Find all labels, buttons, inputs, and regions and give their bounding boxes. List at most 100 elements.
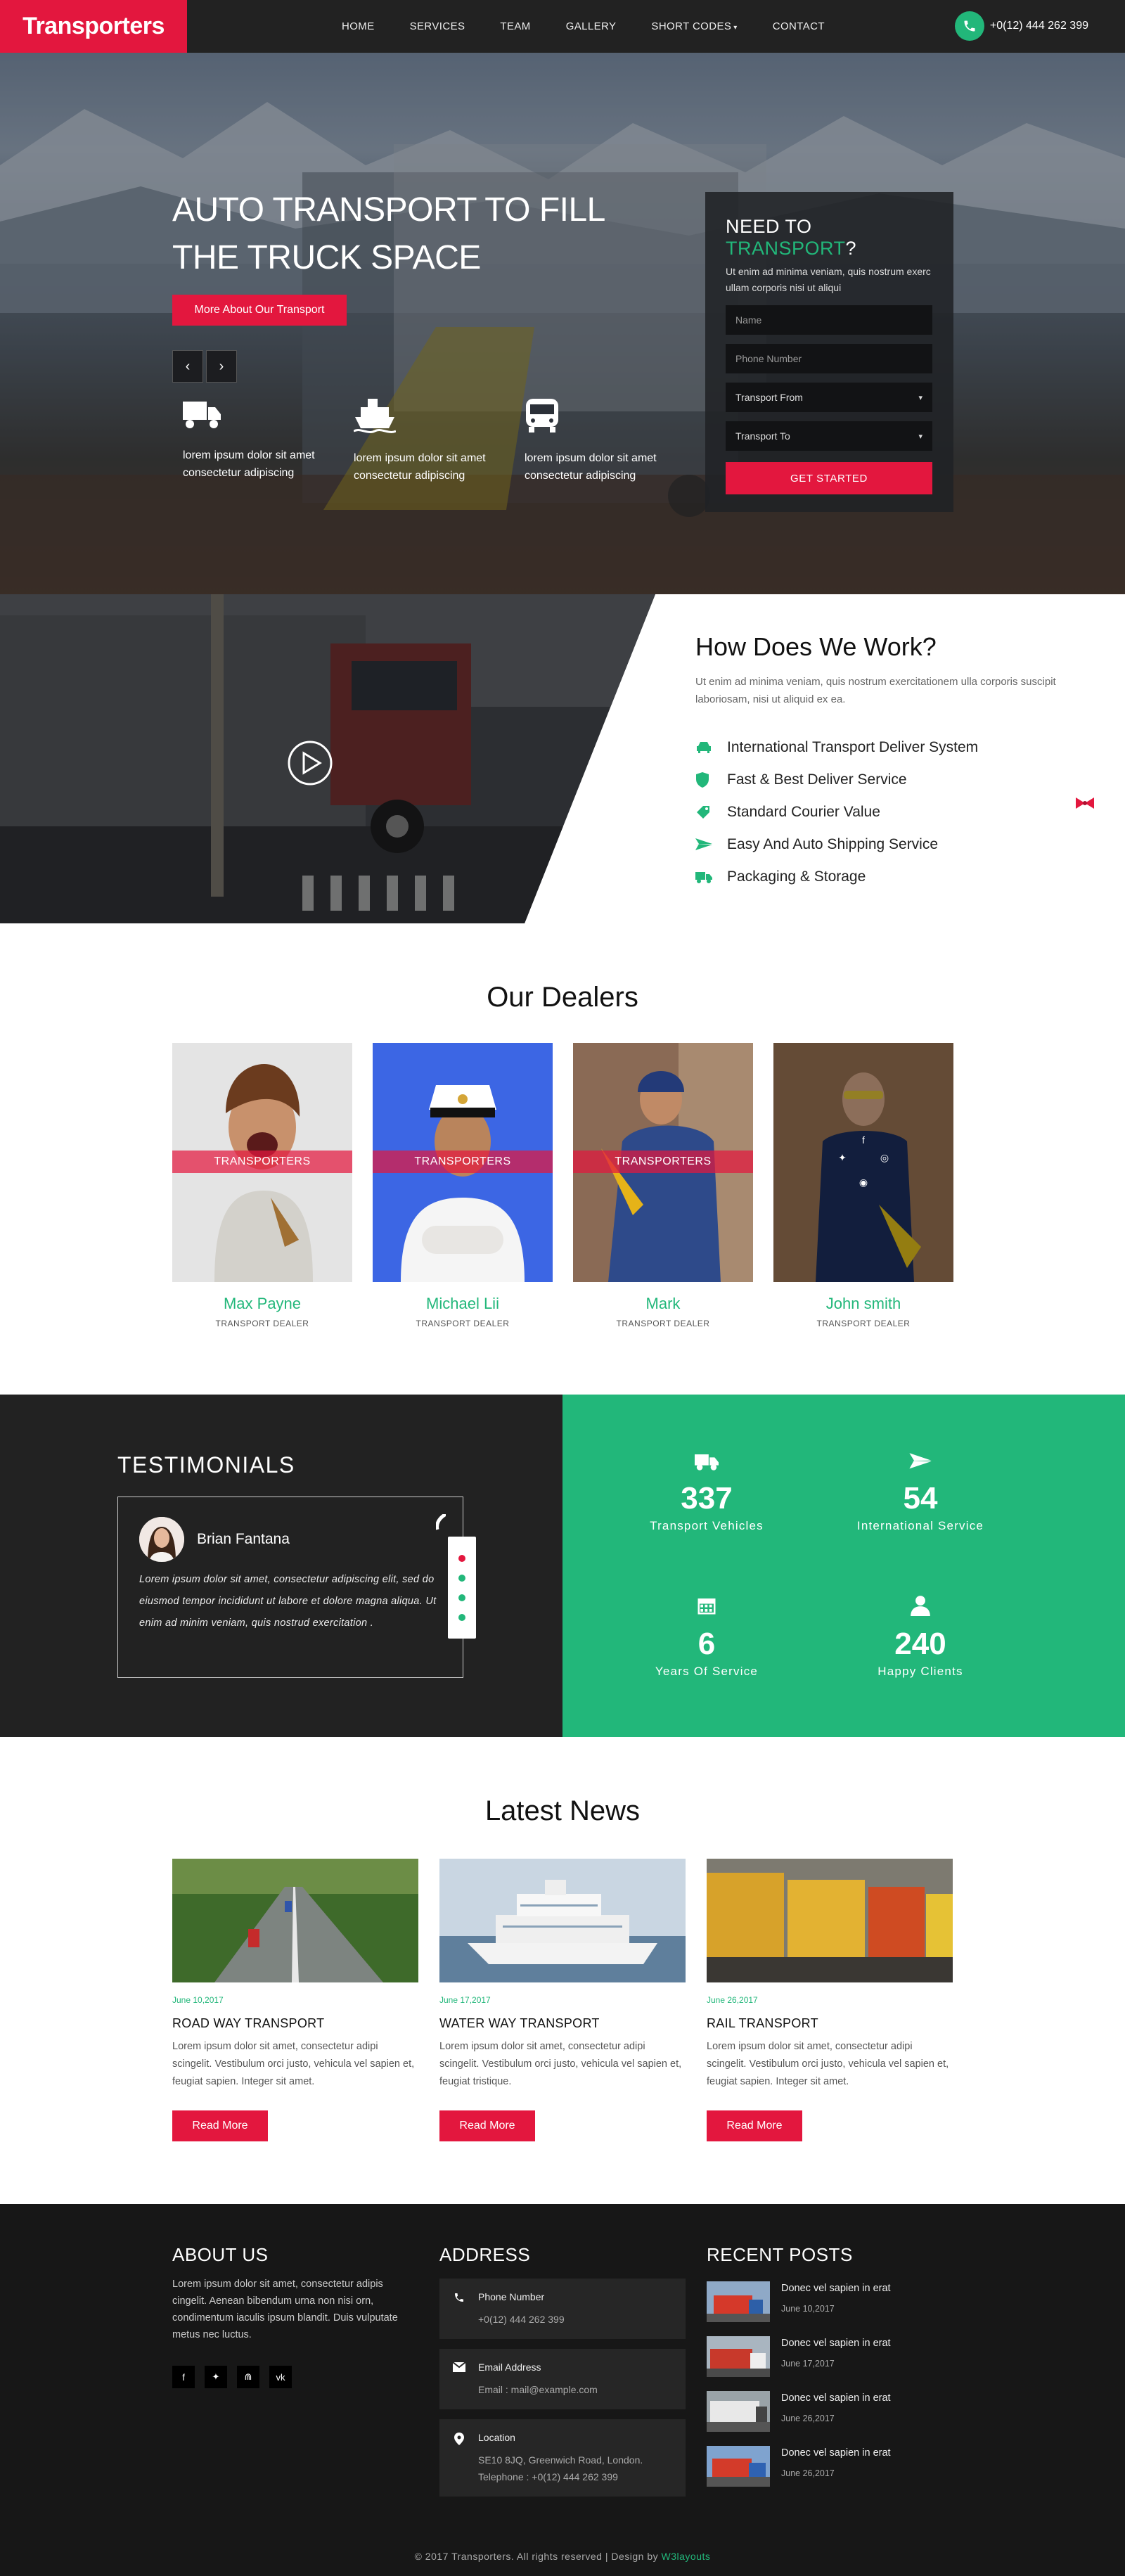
phone-icon — [954, 11, 984, 41]
recent-post-date: June 26,2017 — [781, 2414, 835, 2423]
map-marker-icon — [439, 2430, 478, 2485]
footer: ABOUT US Lorem ipsum dolor sit amet, con… — [0, 2204, 1125, 2576]
form-title-part-3: ? — [845, 238, 857, 259]
recent-post-thumbnail — [707, 2336, 770, 2377]
transport-quote-form: NEED TO TRANSPORT? Ut enim ad minima ven… — [705, 192, 953, 512]
news-image[interactable] — [172, 1859, 418, 1982]
nav-short-codes[interactable]: SHORT CODES ▾ — [634, 20, 754, 32]
recent-post-thumbnail — [707, 2391, 770, 2432]
footer-address: ADDRESS Phone Number +0(12) 444 262 399 E… — [439, 2204, 686, 2497]
read-more-button[interactable]: Read More — [707, 2110, 802, 2141]
recent-post-title: Donec vel sapien in erat — [781, 2392, 891, 2404]
avatar — [139, 1517, 184, 1562]
news-excerpt: Lorem ipsum dolor sit amet, consectetur … — [439, 2041, 682, 2087]
read-more-button[interactable]: Read More — [439, 2110, 535, 2141]
how-title: How Does We Work? — [695, 632, 937, 661]
news-post: June 10,2017 ROAD WAY TRANSPORT Lorem ip… — [172, 1859, 418, 2141]
site-logo[interactable]: Transporters — [0, 0, 187, 53]
twitter-icon[interactable]: ✦ — [833, 1148, 851, 1167]
address-email-label: Email Address — [478, 2362, 541, 2373]
dealer-card[interactable]: TRANSPORTERS Michael Lii TRANSPORT DEALE… — [373, 1043, 553, 1328]
pagination-dot[interactable] — [458, 1594, 465, 1601]
bus-icon — [526, 399, 558, 432]
prev-slide-button[interactable]: ‹ — [172, 350, 203, 383]
stat-value: 54 — [903, 1481, 938, 1516]
dealer-role: TRANSPORT DEALER — [816, 1319, 911, 1328]
pagination-dot[interactable] — [458, 1574, 465, 1582]
address-email: Email Address Email : mail@example.com — [439, 2349, 686, 2409]
header-phone[interactable]: +0(12) 444 262 399 — [954, 11, 1088, 41]
dealer-name: Mark — [645, 1295, 681, 1312]
dealer-photo: TRANSPORTERS — [373, 1043, 553, 1282]
form-title: NEED TO TRANSPORT? — [726, 216, 933, 259]
dealer-card[interactable]: TRANSPORTERS Mark TRANSPORT DEALER — [573, 1043, 753, 1328]
pagination-dot[interactable] — [458, 1613, 465, 1621]
dealer-ribbon: TRANSPORTERS — [373, 1151, 553, 1173]
footer-about: ABOUT US Lorem ipsum dolor sit amet, con… — [172, 2204, 411, 2388]
truck-icon — [695, 1454, 719, 1470]
recent-post[interactable]: Donec vel sapien in erat June 26,2017 — [707, 2446, 891, 2487]
news-excerpt: Lorem ipsum dolor sit amet, consectetur … — [172, 2041, 415, 2087]
news-date: June 10,2017 — [172, 1995, 224, 2005]
instagram-icon[interactable]: ◉ — [854, 1173, 873, 1191]
read-more-button[interactable]: Read More — [172, 2110, 268, 2141]
nav-contact[interactable]: CONTACT — [755, 20, 842, 32]
dealer-card[interactable]: TRANSPORTERS Max Payne TRANSPORT DEALER — [172, 1043, 352, 1328]
nav-gallery[interactable]: GALLERY — [548, 20, 634, 32]
service-item-label: International Transport Deliver System — [727, 739, 979, 755]
news-heading[interactable]: RAIL TRANSPORT — [707, 2016, 953, 2031]
hero-feature-2: lorem ipsum dolor sit amet consectetur a… — [354, 397, 487, 485]
news-image[interactable] — [707, 1859, 953, 1982]
pagination-dot[interactable] — [458, 1554, 465, 1562]
service-item: International Transport Deliver System — [695, 731, 978, 764]
rss-icon[interactable]: ⋒ — [237, 2366, 259, 2388]
stat-item: 240 Happy Clients — [829, 1595, 1012, 1679]
nav-home[interactable]: HOME — [324, 20, 392, 32]
vk-icon[interactable]: vk — [269, 2366, 292, 2388]
testimonial-name: Brian Fantana — [197, 1531, 290, 1547]
testimonial-pagination — [448, 1537, 476, 1639]
bow-icon[interactable] — [1074, 797, 1095, 809]
stat-label: Happy Clients — [878, 1665, 963, 1678]
dribbble-icon[interactable]: ◎ — [875, 1148, 894, 1167]
stat-item: 337 Transport Vehicles — [615, 1452, 798, 1533]
transport-from-select[interactable]: Transport From ▾ — [726, 383, 932, 412]
name-input[interactable]: Name — [726, 305, 932, 335]
transport-to-select[interactable]: Transport To ▾ — [726, 421, 932, 451]
more-about-transport-button[interactable]: More About Our Transport — [172, 295, 347, 326]
news-image[interactable] — [439, 1859, 686, 1982]
dealer-photo: TRANSPORTERS — [573, 1043, 753, 1282]
get-started-button[interactable]: GET STARTED — [726, 462, 932, 494]
quote-mark-icon — [436, 1514, 446, 1530]
recent-post[interactable]: Donec vel sapien in erat June 26,2017 — [707, 2391, 891, 2432]
address-telephone-value: Telephone : +0(12) 444 262 399 — [478, 2471, 618, 2482]
address-phone: Phone Number +0(12) 444 262 399 — [439, 2279, 686, 2339]
address-email-value[interactable]: Email : mail@example.com — [478, 2381, 598, 2398]
designer-link[interactable]: W3layouts — [662, 2551, 711, 2562]
recent-post-date: June 26,2017 — [781, 2468, 835, 2478]
testimonial-card: Brian Fantana Lorem ipsum dolor sit amet… — [117, 1497, 463, 1678]
next-slide-button[interactable]: › — [206, 350, 237, 383]
header-phone-number: +0(12) 444 262 399 — [989, 20, 1088, 32]
facebook-icon[interactable]: f — [172, 2366, 195, 2388]
news-heading[interactable]: WATER WAY TRANSPORT — [439, 2016, 686, 2031]
phone-number-input[interactable]: Phone Number — [726, 344, 932, 373]
nav-team[interactable]: TEAM — [482, 20, 548, 32]
chevron-right-icon: › — [219, 358, 224, 374]
stat-value: 240 — [894, 1627, 946, 1661]
copyright-text: © 2017 Transporters. All rights reserved… — [414, 2551, 662, 2562]
phone-number-placeholder: Phone Number — [735, 353, 802, 364]
news-heading[interactable]: ROAD WAY TRANSPORT — [172, 2016, 418, 2031]
recent-post[interactable]: Donec vel sapien in erat June 10,2017 — [707, 2281, 891, 2322]
news-date: June 17,2017 — [439, 1995, 491, 2005]
facebook-icon[interactable]: f — [854, 1131, 873, 1149]
nav-services[interactable]: SERVICES — [392, 20, 483, 32]
phone-icon — [439, 2290, 478, 2328]
service-item: Standard Courier Value — [695, 796, 978, 828]
twitter-icon[interactable]: ✦ — [205, 2366, 227, 2388]
how-intro: Ut enim ad minima veniam, quis nostrum e… — [695, 676, 1056, 705]
dealer-card[interactable]: f ✦ ◎ ◉ John smith TRANSPORT DEALER — [773, 1043, 953, 1328]
dealer-photo: f ✦ ◎ ◉ — [773, 1043, 953, 1282]
recent-post[interactable]: Donec vel sapien in erat June 17,2017 — [707, 2336, 891, 2377]
service-item-label: Fast & Best Deliver Service — [727, 771, 907, 788]
